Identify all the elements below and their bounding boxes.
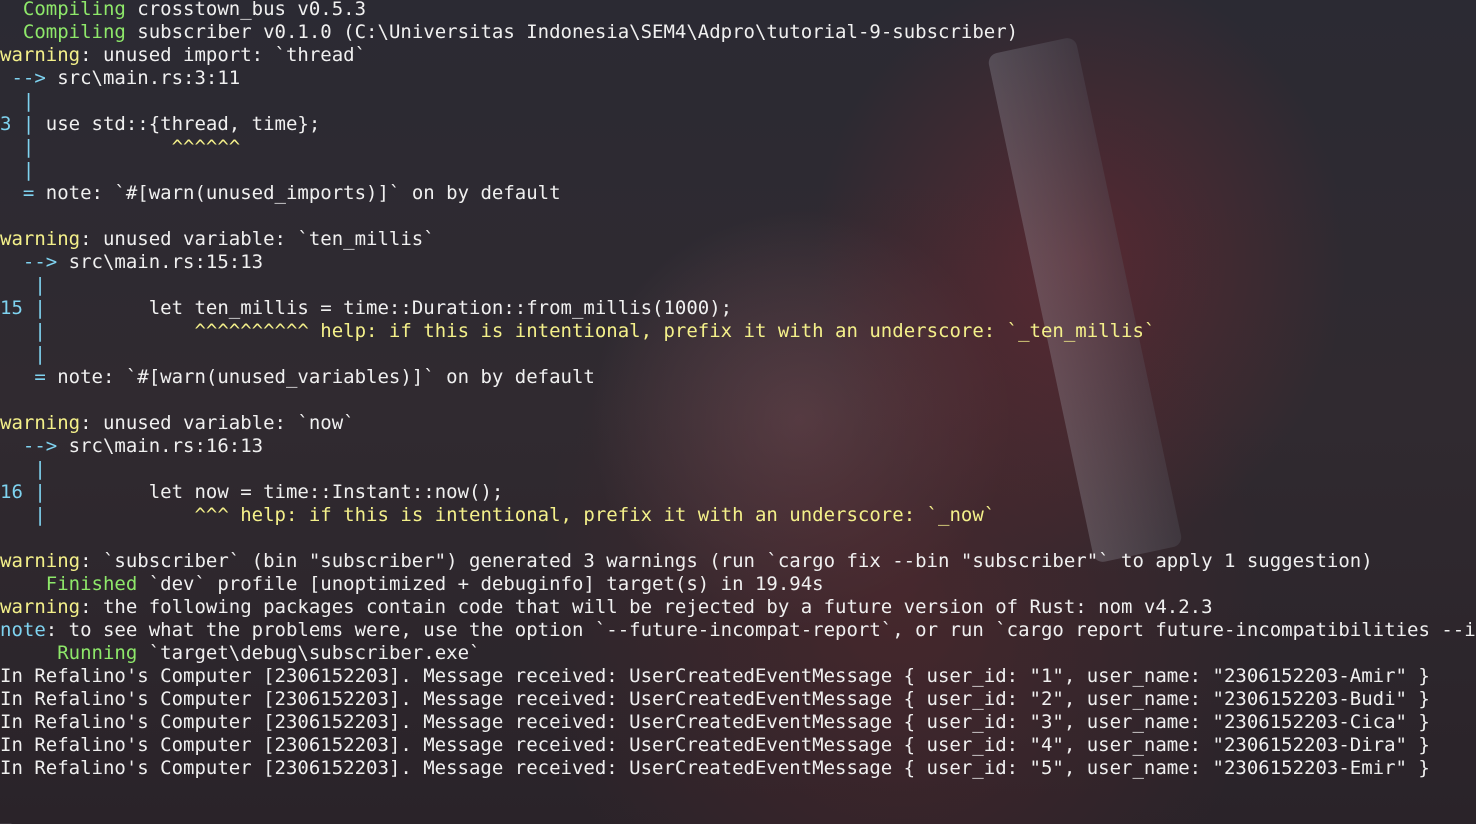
terminal-line: 16 | let now = time::Instant::now(); (0, 481, 503, 504)
terminal-line: | (0, 274, 46, 297)
terminal-text-segment: ^^^^^^ (34, 136, 241, 158)
terminal-text-segment: | (0, 343, 46, 365)
terminal-line: = note: `#[warn(unused_imports)]` on by … (0, 182, 561, 205)
terminal-line: warning: unused variable: `ten_millis` (0, 228, 435, 251)
terminal-text-segment: | (0, 274, 46, 296)
terminal-text-segment: : the following packages contain code th… (80, 596, 1213, 618)
terminal-text-segment: note: `#[warn(unused_imports)]` on by de… (45, 182, 561, 204)
terminal-text-segment: src\main.rs:3:11 (57, 67, 241, 89)
terminal-text-segment: warning (0, 412, 81, 434)
terminal-line: --> src\main.rs:15:13 (0, 251, 263, 274)
terminal-text-segment: ^^^^^^^^^^ help: if this is intentional,… (45, 320, 1156, 342)
terminal-line: | (0, 458, 46, 481)
terminal-text-segment: | (0, 136, 35, 158)
terminal-text-segment: In Refalino's Computer [2306152203]. Mes… (0, 688, 1430, 710)
terminal-text-segment: ^^^ help: if this is intentional, prefix… (45, 504, 996, 526)
terminal-text-segment: : to see what the problems were, use the… (45, 619, 1476, 641)
terminal-text-segment: `target\debug\subscriber.exe` (137, 642, 481, 664)
terminal-text-segment: --> (0, 67, 58, 89)
terminal-output[interactable]: Compiling crosstown_bus v0.5.3 Compiling… (0, 0, 1476, 824)
terminal-text-segment: 15 | (0, 297, 46, 319)
terminal-text-segment: In Refalino's Computer [2306152203]. Mes… (0, 757, 1430, 779)
terminal-text-segment: In Refalino's Computer [2306152203]. Mes… (0, 665, 1430, 687)
terminal-text-segment: _ (0, 803, 12, 824)
terminal-text-segment: note: `#[warn(unused_variables)]` on by … (57, 366, 595, 388)
terminal-line: note: to see what the problems were, use… (0, 619, 1476, 642)
terminal-text-segment: 16 | (0, 481, 46, 503)
terminal-text-segment: crosstown_bus v0.5.3 (125, 0, 367, 20)
terminal-text-segment: note (0, 619, 46, 641)
terminal-text-segment: subscriber v0.1.0 (C:\Universitas Indone… (125, 21, 1019, 43)
terminal-line: 3 | use std::{thread, time}; (0, 113, 320, 136)
terminal-text-segment: : unused variable: `ten_millis` (80, 228, 435, 250)
terminal-text-segment: In Refalino's Computer [2306152203]. Mes… (0, 711, 1430, 733)
terminal-line: Compiling subscriber v0.1.0 (C:\Universi… (0, 21, 1018, 44)
terminal-text-segment: : `subscriber` (bin "subscriber") genera… (80, 550, 1373, 572)
terminal-text-segment: let ten_millis = time::Duration::from_mi… (45, 297, 733, 319)
terminal-line: | (0, 159, 34, 182)
terminal-text-segment: let now = time::Instant::now(); (45, 481, 504, 503)
terminal-text-segment: src\main.rs:16:13 (68, 435, 264, 457)
terminal-line: _ (0, 803, 11, 824)
terminal-line: --> src\main.rs:3:11 (0, 67, 240, 90)
terminal-text-segment: | (0, 159, 35, 181)
terminal-line: | (0, 90, 34, 113)
terminal-line: In Refalino's Computer [2306152203]. Mes… (0, 757, 1430, 780)
terminal-line: 15 | let ten_millis = time::Duration::fr… (0, 297, 732, 320)
terminal-text-segment: = (0, 366, 58, 388)
terminal-text-segment: In Refalino's Computer [2306152203]. Mes… (0, 734, 1430, 756)
terminal-text-segment: | (0, 504, 46, 526)
terminal-text-segment: warning (0, 596, 81, 618)
terminal-text-segment: | (0, 90, 35, 112)
terminal-text-segment: --> (0, 251, 69, 273)
terminal-text-segment: warning (0, 550, 81, 572)
terminal-text-segment: --> (0, 435, 69, 457)
terminal-line: In Refalino's Computer [2306152203]. Mes… (0, 734, 1430, 757)
terminal-line: warning: `subscriber` (bin "subscriber")… (0, 550, 1373, 573)
terminal-text-segment: src\main.rs:15:13 (68, 251, 264, 273)
terminal-text-segment: Finished (0, 573, 138, 595)
terminal-line: In Refalino's Computer [2306152203]. Mes… (0, 665, 1430, 688)
terminal-text-segment: : unused variable: `now` (80, 412, 355, 434)
terminal-line: | ^^^^^^ (0, 136, 240, 159)
terminal-line: warning: unused import: `thread` (0, 44, 366, 67)
terminal-line: Compiling crosstown_bus v0.5.3 (0, 0, 366, 21)
terminal-text-segment: warning (0, 44, 81, 66)
terminal-text-segment: = (0, 182, 46, 204)
terminal-line: = note: `#[warn(unused_variables)]` on b… (0, 366, 595, 389)
terminal-text-segment: Compiling (0, 21, 126, 43)
terminal-text-segment: `dev` profile [unoptimized + debuginfo] … (137, 573, 824, 595)
terminal-line: In Refalino's Computer [2306152203]. Mes… (0, 688, 1430, 711)
terminal-line: | ^^^^^^^^^^ help: if this is intentiona… (0, 320, 1155, 343)
terminal-text-segment: Running (0, 642, 138, 664)
terminal-text-segment: 3 | (0, 113, 35, 135)
terminal-line: | ^^^ help: if this is intentional, pref… (0, 504, 995, 527)
terminal-text-segment: use std::{thread, time}; (34, 113, 321, 135)
terminal-line: --> src\main.rs:16:13 (0, 435, 263, 458)
terminal-text-segment: warning (0, 228, 81, 250)
terminal-line: | (0, 343, 46, 366)
terminal-line: In Refalino's Computer [2306152203]. Mes… (0, 711, 1430, 734)
terminal-line: warning: the following packages contain … (0, 596, 1213, 619)
terminal-line: warning: unused variable: `now` (0, 412, 355, 435)
terminal-text-segment: Compiling (0, 0, 126, 20)
terminal-text-segment: | (0, 458, 46, 480)
terminal-line: Finished `dev` profile [unoptimized + de… (0, 573, 824, 596)
terminal-text-segment: : unused import: `thread` (80, 44, 367, 66)
terminal-text-segment: | (0, 320, 46, 342)
terminal-line: Running `target\debug\subscriber.exe` (0, 642, 480, 665)
